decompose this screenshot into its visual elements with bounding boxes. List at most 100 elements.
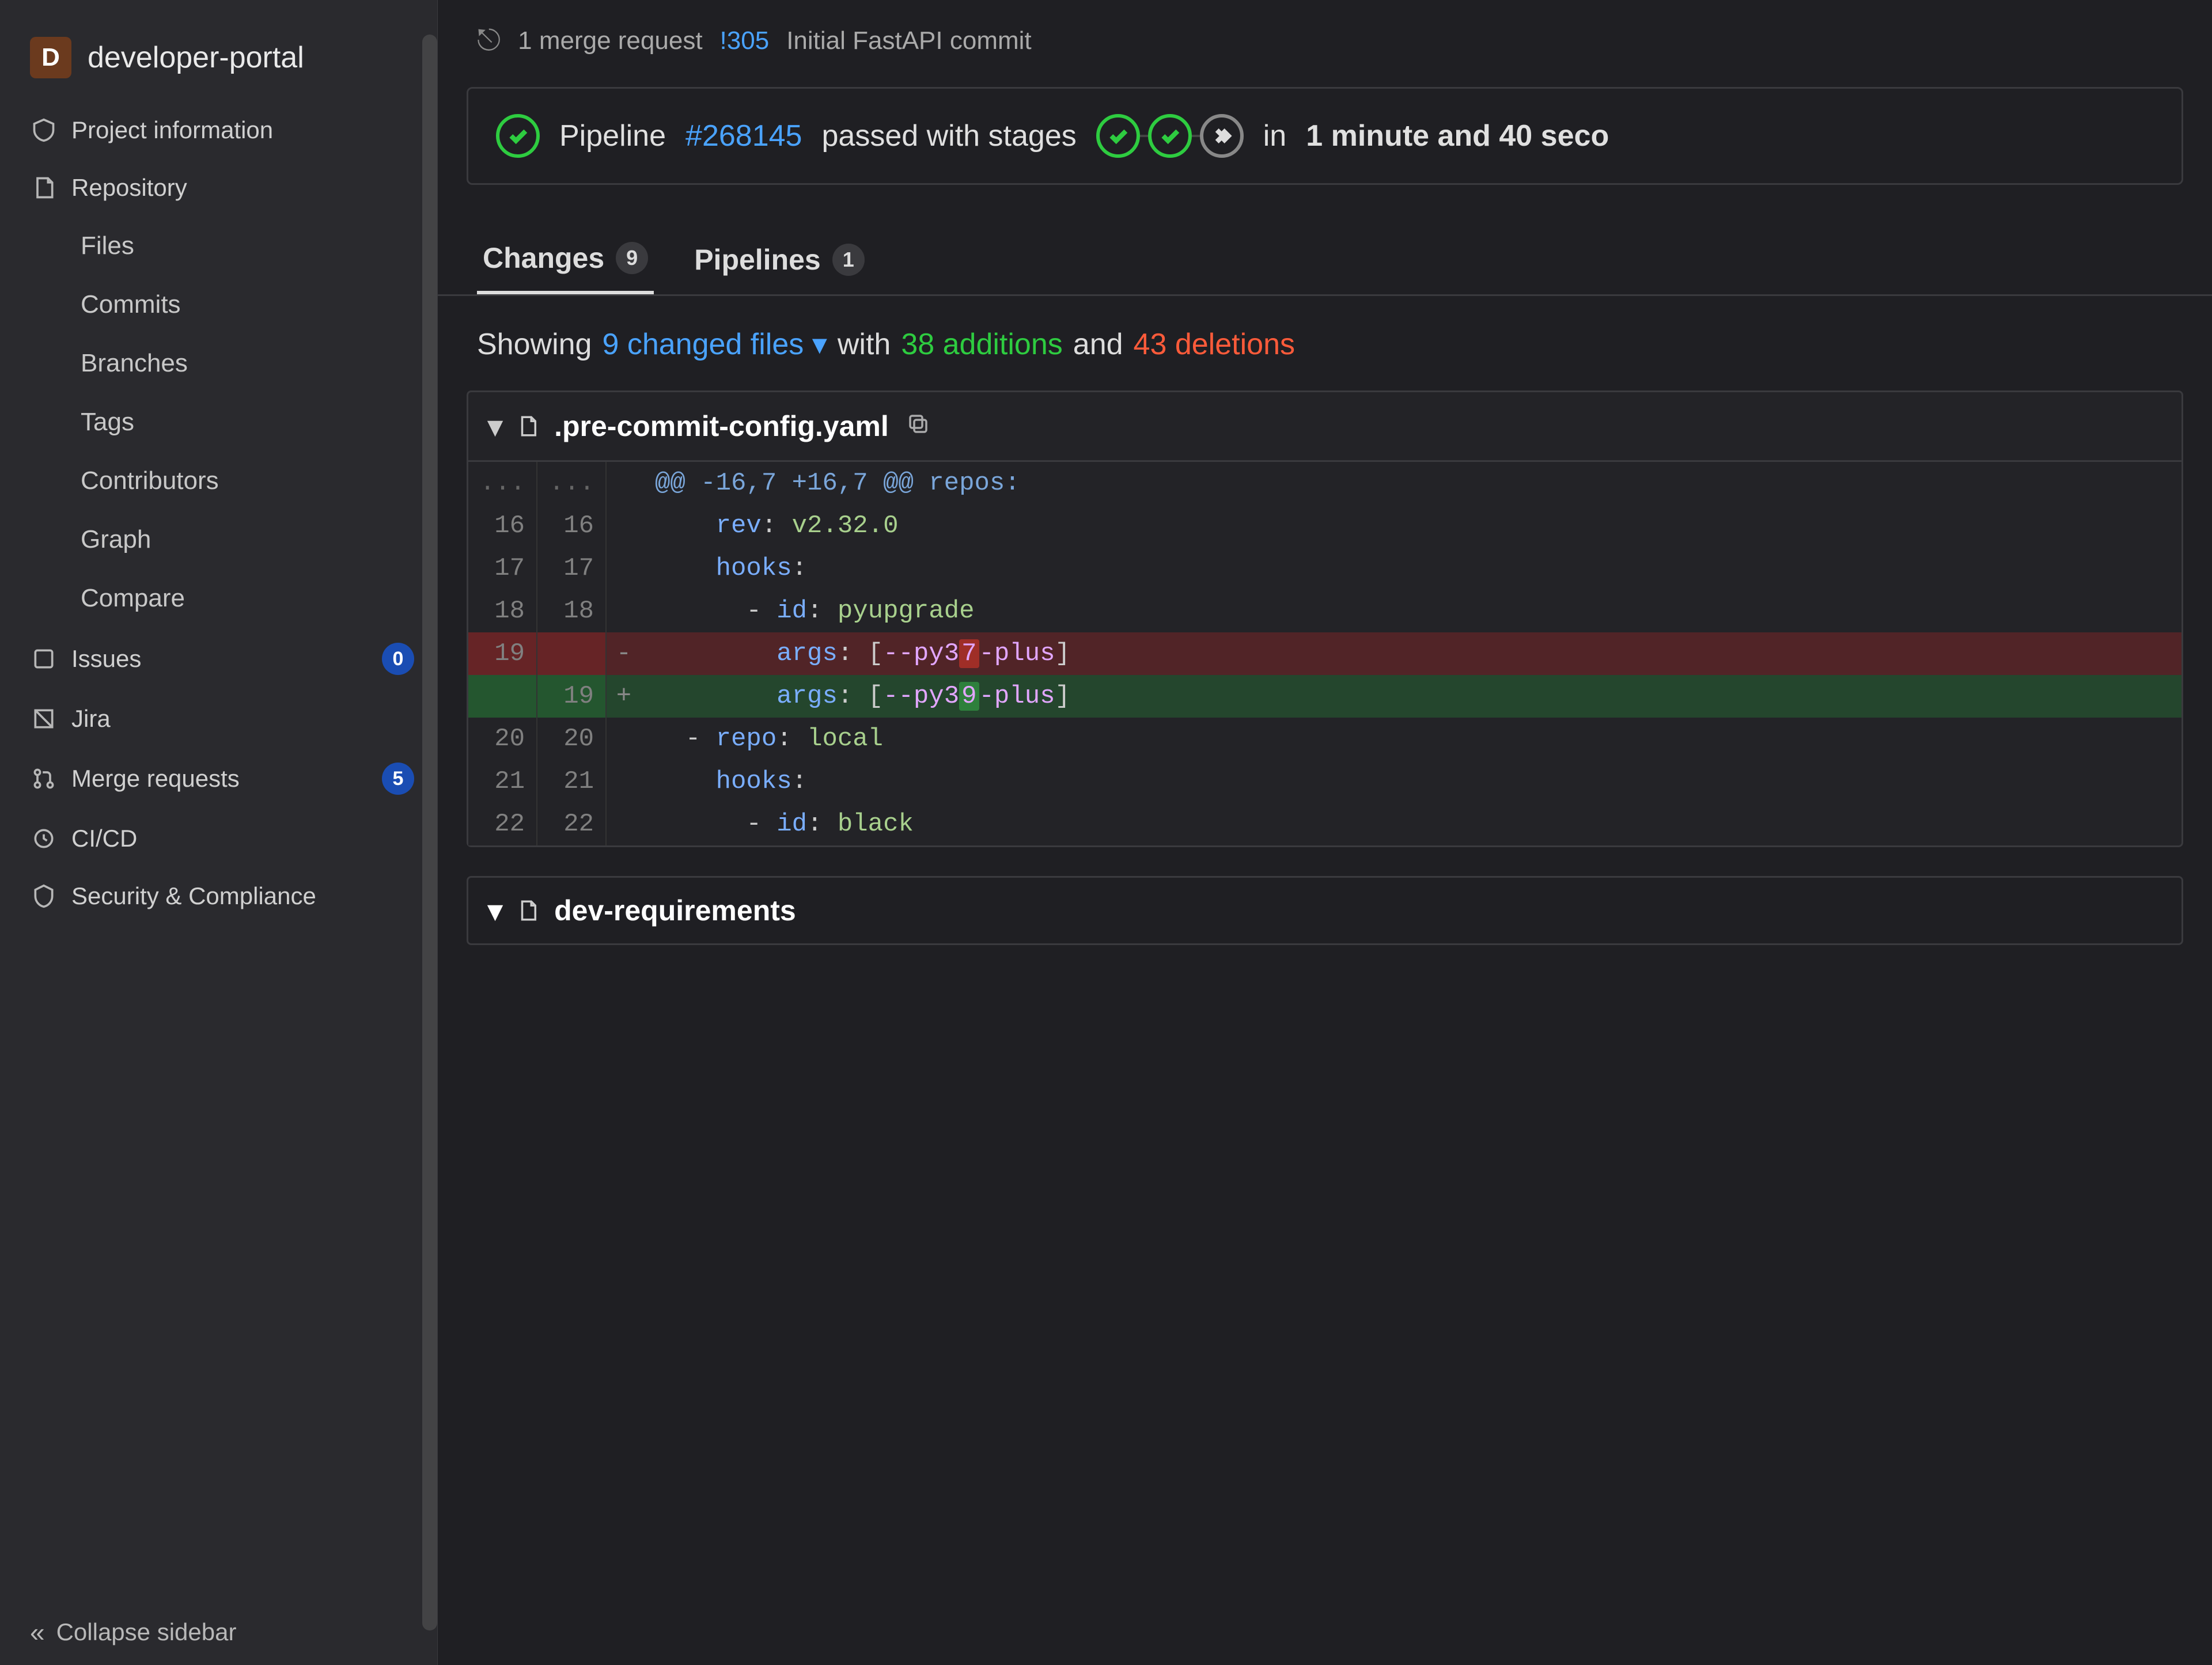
diff-file-header[interactable]: ▾ dev-requirements [467, 876, 2183, 945]
diff-line: 1616 rev: v2.32.0 [468, 505, 2181, 547]
diff-code: hooks: [641, 547, 2181, 590]
pipeline-duration: 1 minute and 40 seco [1306, 119, 1609, 153]
sidebar-item-branches[interactable]: Branches [0, 334, 437, 393]
line-number-new: 18 [537, 590, 607, 632]
mr-count-text: 1 merge request [518, 26, 702, 55]
info-icon [30, 116, 58, 144]
diff-code: - repo: local [641, 718, 2181, 760]
diff-sign: - [607, 632, 641, 675]
merge-request-icon [30, 765, 58, 792]
diff-hunk-header: ... ... @@ -16,7 +16,7 @@ repos: [468, 462, 2181, 505]
pipeline-status-text: passed with stages [821, 119, 1076, 153]
copy-path-icon[interactable] [906, 409, 930, 443]
chevron-down-icon: ▾ [812, 327, 827, 362]
summary-and: and [1073, 327, 1123, 362]
collapse-label: Collapse sidebar [56, 1618, 237, 1646]
sidebar-item-tags[interactable]: Tags [0, 393, 437, 452]
diff-code: rev: v2.32.0 [641, 505, 2181, 547]
repository-icon [30, 174, 58, 202]
diff-tabs: Changes 9 Pipelines 1 [438, 219, 2212, 296]
line-number-new: 19 [537, 675, 607, 718]
summary-with: with [838, 327, 891, 362]
diff-line: 19+ args: [--py39-plus] [468, 675, 2181, 718]
summary-additions: 38 additions [901, 327, 1062, 362]
jira-icon [30, 705, 58, 733]
line-number-old: 20 [468, 718, 537, 760]
sidebar-item-compare[interactable]: Compare [0, 569, 437, 628]
line-number-old: ... [468, 462, 537, 505]
stage-skipped-icon[interactable] [1200, 114, 1244, 158]
diff-sign [607, 547, 641, 590]
mr-link[interactable]: !305 [720, 26, 770, 55]
line-number-new [537, 632, 607, 675]
pipeline-status-box: Pipeline #268145 passed with stages in 1… [467, 87, 2183, 185]
related-merge-requests: ⎋ 1 merge request !305 Initial FastAPI c… [438, 17, 2212, 75]
diff-code: args: [--py37-plus] [641, 632, 2181, 675]
diff-line: 19 - args: [--py37-plus] [468, 632, 2181, 675]
pipeline-stages [1096, 114, 1244, 158]
sidebar-item-merge-requests[interactable]: Merge requests 5 [0, 748, 437, 810]
diff-file: ▾ .pre-commit-config.yaml ... ... @@ -16… [467, 390, 2183, 847]
sidebar-label: CI/CD [71, 825, 414, 852]
pipeline-status-passed-icon [496, 114, 540, 158]
tab-pipelines[interactable]: Pipelines 1 [688, 225, 870, 294]
stage-passed-icon[interactable] [1148, 114, 1192, 158]
line-number-new: 22 [537, 803, 607, 845]
tab-count: 9 [616, 242, 648, 274]
sidebar-item-issues[interactable]: Issues 0 [0, 628, 437, 690]
file-name: .pre-commit-config.yaml [554, 409, 889, 443]
sidebar-item-contributors[interactable]: Contributors [0, 452, 437, 510]
sidebar-item-project-information[interactable]: Project information [0, 101, 437, 159]
diff-code: - id: pyupgrade [641, 590, 2181, 632]
diff-line: 1818 - id: pyupgrade [468, 590, 2181, 632]
changed-files-dropdown[interactable]: 9 changed files ▾ [602, 327, 827, 362]
stage-passed-icon[interactable] [1096, 114, 1140, 158]
chevron-down-icon: ▾ [488, 409, 502, 443]
line-number-new: 17 [537, 547, 607, 590]
line-number-old: 17 [468, 547, 537, 590]
hunk-text: @@ -16,7 +16,7 @@ repos: [641, 462, 2181, 505]
line-number-new: 16 [537, 505, 607, 547]
main-content: ⎋ 1 merge request !305 Initial FastAPI c… [438, 0, 2212, 1665]
pipeline-duration-prefix: in [1263, 119, 1286, 153]
project-header[interactable]: D developer-portal [0, 23, 437, 101]
sidebar-item-cicd[interactable]: CI/CD [0, 810, 437, 867]
summary-showing: Showing [477, 327, 592, 362]
sidebar-item-security[interactable]: Security & Compliance [0, 867, 437, 925]
collapse-sidebar[interactable]: « Collapse sidebar [0, 1599, 437, 1665]
diff-line: 1717 hooks: [468, 547, 2181, 590]
sidebar-item-jira[interactable]: Jira [0, 690, 437, 748]
diff-sign [607, 760, 641, 803]
diff-file-header[interactable]: ▾ .pre-commit-config.yaml [468, 392, 2181, 462]
sidebar-label: Merge requests [71, 765, 368, 792]
pipeline-id-link[interactable]: #268145 [685, 119, 802, 153]
line-number-old [468, 675, 537, 718]
pipeline-word: Pipeline [559, 119, 666, 153]
sidebar-label: Repository [71, 174, 414, 202]
tab-label: Pipelines [694, 243, 821, 276]
line-number-new: ... [537, 462, 607, 505]
file-name: dev-requirements [554, 894, 796, 927]
project-avatar: D [30, 37, 71, 78]
merge-request-icon: ⎋ [477, 23, 501, 58]
diff-summary: Showing 9 changed files ▾ with 38 additi… [438, 296, 2212, 385]
diff-sign [607, 718, 641, 760]
diff-sign [607, 505, 641, 547]
line-number-old: 19 [468, 632, 537, 675]
diff-sign: + [607, 675, 641, 718]
tab-changes[interactable]: Changes 9 [477, 225, 654, 294]
chevron-double-left-icon: « [30, 1617, 45, 1648]
shield-icon [30, 882, 58, 910]
sidebar-item-commits[interactable]: Commits [0, 275, 437, 334]
sidebar-item-graph[interactable]: Graph [0, 510, 437, 569]
sidebar: D developer-portal Project information R… [0, 0, 438, 1665]
diff-line: 2222 - id: black [468, 803, 2181, 845]
sidebar-item-repository[interactable]: Repository [0, 159, 437, 217]
sidebar-label: Project information [71, 116, 414, 144]
chevron-down-icon: ▾ [488, 894, 502, 927]
diff-code: hooks: [641, 760, 2181, 803]
sidebar-item-files[interactable]: Files [0, 217, 437, 275]
issues-icon [30, 645, 58, 673]
diff-code: args: [--py39-plus] [641, 675, 2181, 718]
sidebar-label: Jira [71, 705, 414, 733]
